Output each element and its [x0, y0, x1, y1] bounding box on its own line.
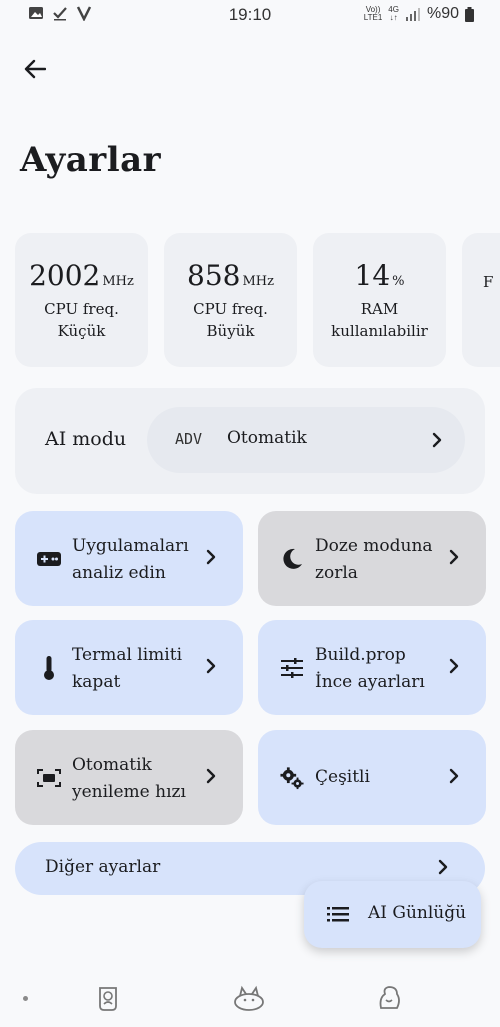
- signal-bars-icon: [405, 8, 420, 21]
- tile-label-line1: Çeşitli: [315, 767, 370, 787]
- ai-log-fab[interactable]: AI Günlüğü: [304, 881, 481, 948]
- tile-label-line2: analiz edin: [72, 563, 166, 583]
- ai-mode-label: AI modu: [45, 428, 127, 450]
- chevron-right-icon: [432, 432, 442, 448]
- signal-type: 4G ↓↑: [388, 5, 399, 22]
- stat-card-partial: F: [462, 233, 500, 367]
- screen-refresh-icon: [37, 766, 61, 790]
- stat-label: CPU freq.: [193, 300, 268, 318]
- status-right: Vo)) LTE1 4G ↓↑ %90: [364, 5, 474, 23]
- battery-icon: [465, 6, 474, 22]
- misc-button[interactable]: Çeşitli: [258, 730, 486, 825]
- tile-label-line2: zorla: [315, 563, 358, 583]
- ai-mode-selector[interactable]: ADV Otomatik: [147, 407, 465, 473]
- back-button[interactable]: [18, 52, 52, 86]
- other-settings-label: Diğer ayarlar: [45, 857, 161, 877]
- tile-label-line2: İnce ayarları: [315, 672, 425, 692]
- stat-unit: %: [392, 274, 405, 289]
- stat-sublabel: Büyük: [206, 322, 255, 340]
- gamepad-icon: [37, 547, 61, 571]
- stat-sublabel: kullanılabilir: [331, 322, 428, 340]
- stat-value: 14: [354, 259, 391, 292]
- chevron-right-icon: [449, 549, 459, 565]
- nav-profile-icon[interactable]: [375, 984, 405, 1014]
- thermometer-icon: [37, 656, 61, 680]
- ai-log-label: AI Günlüğü: [368, 903, 467, 923]
- chevron-right-icon: [206, 658, 216, 674]
- stat-card-cpu-big: 858 MHz CPU freq. Büyük: [164, 233, 297, 367]
- stat-unit: MHz: [242, 274, 274, 289]
- force-doze-button[interactable]: Doze moduna zorla: [258, 511, 486, 606]
- tile-label-line1: Termal limiti: [72, 645, 183, 665]
- network-indicator: Vo)) LTE1: [363, 5, 383, 22]
- thermal-limit-button[interactable]: Termal limiti kapat: [15, 620, 243, 715]
- nav-cat-icon[interactable]: [233, 984, 265, 1014]
- stat-card-cpu-small: 2002 MHz CPU freq. Küçük: [15, 233, 148, 367]
- page-title: Ayarlar: [20, 140, 162, 180]
- stat-unit: MHz: [102, 274, 134, 289]
- stat-value: 858: [187, 259, 241, 292]
- analyze-apps-button[interactable]: Uygulamaları analiz edin: [15, 511, 243, 606]
- arrow-left-icon: [24, 59, 46, 79]
- tile-label-line2: kapat: [72, 672, 121, 692]
- chevron-right-icon: [449, 768, 459, 784]
- stat-sublabel: Küçük: [57, 322, 106, 340]
- stat-label: RAM: [360, 300, 399, 318]
- refresh-rate-button[interactable]: Otomatik yenileme hızı: [15, 730, 243, 825]
- stats-row: 2002 MHz CPU freq. Küçük 858 MHz CPU freq. B…: [15, 233, 500, 367]
- gears-icon: [280, 766, 304, 790]
- build-prop-button[interactable]: Build.prop İnce ayarları: [258, 620, 486, 715]
- tile-label-line1: Doze moduna: [315, 536, 433, 556]
- chevron-right-icon: [449, 658, 459, 674]
- status-bar: 19:10 Vo)) LTE1 4G ↓↑ %90: [0, 0, 500, 30]
- bottom-nav: [0, 970, 500, 1027]
- ai-mode-badge: ADV: [175, 430, 203, 448]
- stat-value: 2002: [29, 259, 101, 292]
- chevron-right-icon: [206, 549, 216, 565]
- tile-label-line1: Build.prop: [315, 645, 406, 665]
- tile-label-line2: yenileme hızı: [72, 782, 186, 802]
- nav-home-icon[interactable]: [95, 984, 125, 1014]
- sliders-icon: [280, 656, 304, 680]
- ai-mode-value: Otomatik: [227, 428, 307, 448]
- stat-label: F: [483, 273, 494, 291]
- stat-label: CPU freq.: [44, 300, 119, 318]
- stat-card-ram: 14% RAM kullanılabilir: [313, 233, 446, 367]
- tile-label-line1: Uygulamaları: [72, 536, 189, 556]
- moon-icon: [280, 547, 304, 571]
- chevron-right-icon: [206, 768, 216, 784]
- chevron-right-icon: [438, 859, 448, 875]
- nav-dot: [23, 996, 28, 1001]
- list-icon: [327, 907, 349, 922]
- ai-mode-card: AI modu ADV Otomatik: [15, 388, 485, 494]
- tile-label-line1: Otomatik: [72, 755, 152, 775]
- battery-text: %90: [426, 5, 459, 22]
